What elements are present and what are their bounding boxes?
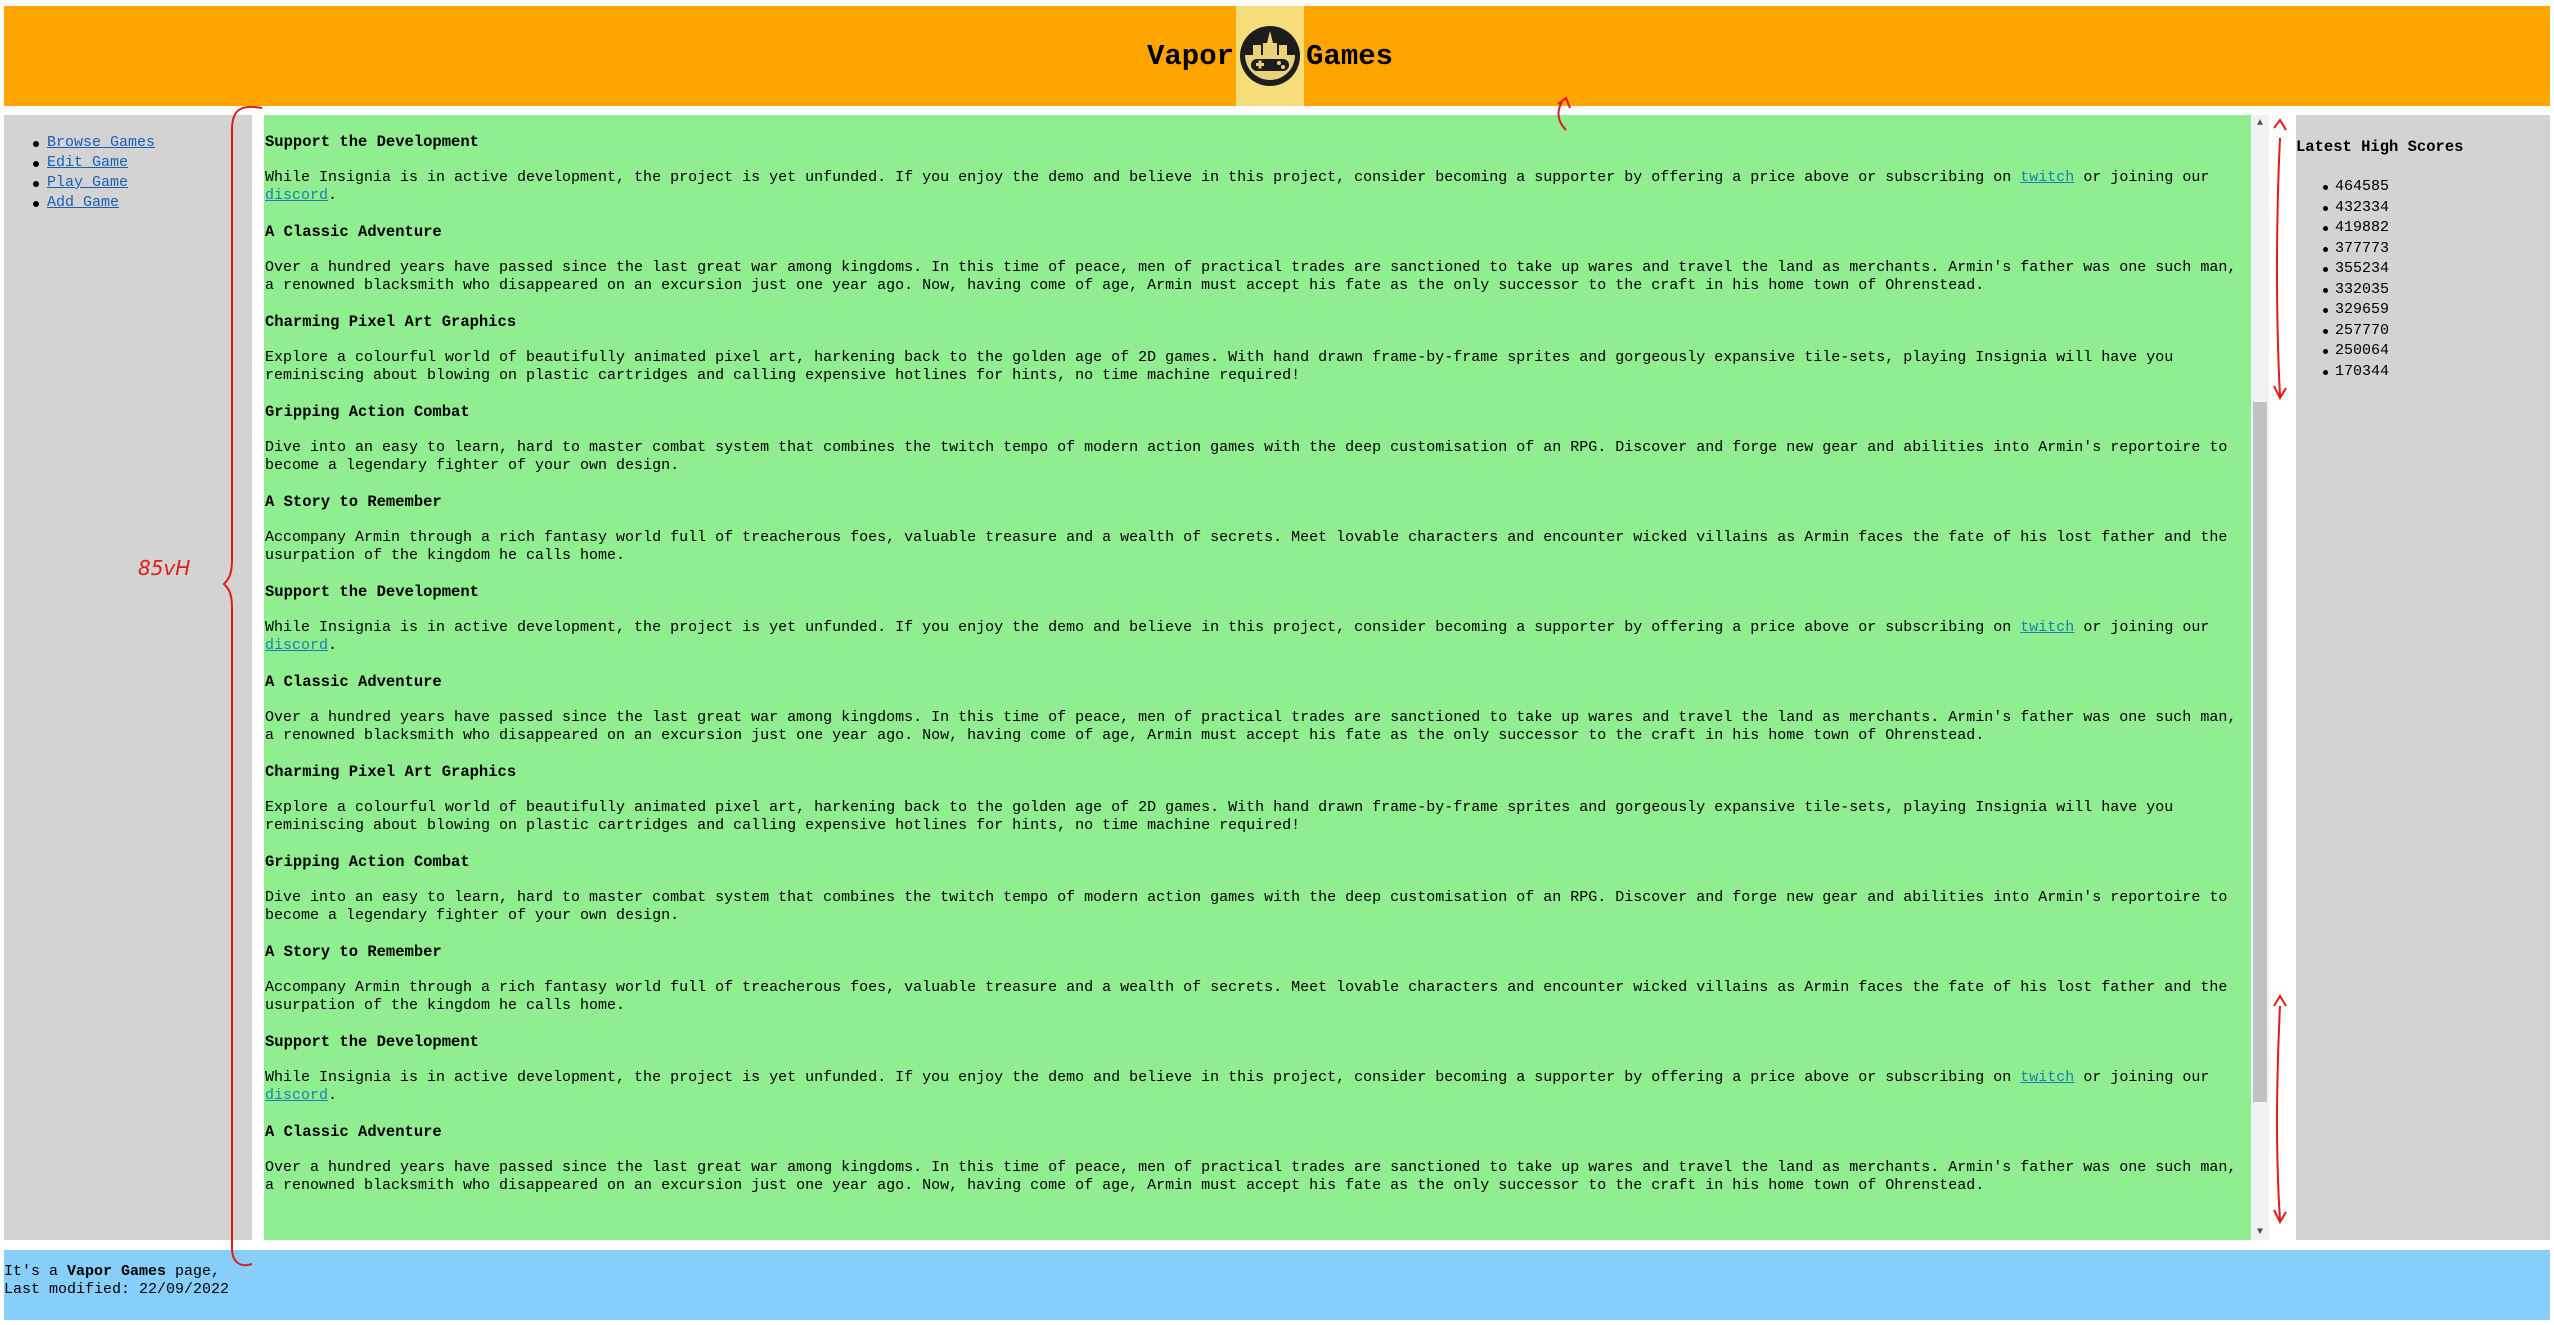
nav-item-play-game: Play Game (30, 173, 252, 193)
score-item: 377773 (2323, 239, 2550, 260)
section-support: Support the Development While Insignia i… (265, 132, 2251, 205)
section-title: Charming Pixel Art Graphics (265, 313, 517, 331)
site-header: Vapor Games (4, 6, 2550, 106)
section-title: Support the Development (265, 133, 479, 151)
section-text: While Insignia is in active development,… (265, 169, 2210, 204)
annotation-scroll-arrow-bottom (2273, 994, 2287, 1225)
section-combat: Gripping Action Combat Dive into an easy… (265, 402, 2251, 475)
section-title: A Classic Adventure (265, 223, 442, 241)
score-item: 432334 (2323, 198, 2550, 219)
annotation-scroll-arrow-top (2273, 118, 2287, 401)
main-scroll-area[interactable]: Support the Development While Insignia i… (264, 115, 2251, 1240)
section-support: Support the Development While Insignia i… (265, 582, 2251, 655)
discord-link[interactable]: discord (265, 1087, 328, 1104)
score-item: 332035 (2323, 280, 2550, 301)
score-item: 170344 (2323, 362, 2550, 383)
high-scores-list: 464585 432334 419882 377773 355234 33203… (2296, 157, 2550, 382)
section-combat: Gripping Action Combat Dive into an easy… (265, 852, 2251, 925)
section-text: Explore a colourful world of beautifully… (265, 799, 2174, 834)
section-pixel-art: Charming Pixel Art Graphics Explore a co… (265, 762, 2251, 835)
footer-last-modified: Last modified: 22/09/2022 (4, 1281, 230, 1298)
section-title: Gripping Action Combat (265, 853, 470, 871)
section-support: Support the Development While Insignia i… (265, 1032, 2251, 1105)
section-text: While Insignia is in active development,… (265, 619, 2210, 654)
brand-left-word: Vapor (1147, 39, 1235, 73)
section-classic-adventure: A Classic Adventure Over a hundred years… (265, 1122, 2251, 1195)
score-item: 464585 (2323, 177, 2550, 198)
section-text: While Insignia is in active development,… (265, 1069, 2210, 1104)
score-item: 419882 (2323, 218, 2550, 239)
section-story: A Story to Remember Accompany Armin thro… (265, 942, 2251, 1015)
nav-item-browse-games: Browse Games (30, 133, 252, 153)
section-text: Over a hundred years have passed since t… (265, 259, 2237, 294)
footer-brand: Vapor Games (67, 1263, 167, 1280)
scroll-down-arrow-icon[interactable]: ▼ (2251, 1224, 2269, 1240)
add-game-link[interactable]: Add Game (47, 194, 119, 211)
score-item: 257770 (2323, 321, 2550, 342)
section-title: A Classic Adventure (265, 1123, 442, 1141)
section-classic-adventure: A Classic Adventure Over a hundred years… (265, 222, 2251, 295)
section-title: Gripping Action Combat (265, 403, 470, 421)
section-text: Over a hundred years have passed since t… (265, 709, 2237, 744)
section-title: Charming Pixel Art Graphics (265, 763, 517, 781)
high-scores-panel: Latest High Scores 464585 432334 419882 … (2296, 115, 2550, 1240)
section-title: Support the Development (265, 583, 479, 601)
play-game-link[interactable]: Play Game (47, 174, 128, 191)
discord-link[interactable]: discord (265, 637, 328, 654)
scrollbar-thumb[interactable] (2253, 402, 2267, 1102)
section-title: Support the Development (265, 1033, 479, 1051)
section-text: Accompany Armin through a rich fantasy w… (265, 979, 2228, 1014)
section-story: A Story to Remember Accompany Armin thro… (265, 492, 2251, 565)
main-content-panel[interactable]: Support the Development While Insignia i… (264, 115, 2269, 1240)
brand-right-word: Games (1306, 39, 1394, 73)
scroll-up-arrow-icon[interactable]: ▲ (2251, 115, 2269, 131)
browse-games-link[interactable]: Browse Games (47, 134, 155, 151)
nav-item-edit-game: Edit Game (30, 153, 252, 173)
brand[interactable]: Vapor Games (1147, 6, 1393, 106)
section-title: A Story to Remember (265, 943, 442, 961)
section-title: A Story to Remember (265, 493, 442, 511)
main-scrollbar[interactable]: ▲ ▼ (2251, 115, 2269, 1240)
twitch-link[interactable]: twitch (2020, 169, 2074, 186)
gamepad-castle-logo-icon (1236, 6, 1305, 106)
section-text: Dive into an easy to learn, hard to mast… (265, 439, 2228, 474)
twitch-link[interactable]: twitch (2020, 619, 2074, 636)
section-pixel-art: Charming Pixel Art Graphics Explore a co… (265, 312, 2251, 385)
score-item: 329659 (2323, 300, 2550, 321)
twitch-link[interactable]: twitch (2020, 1069, 2074, 1086)
nav-item-add-game: Add Game (30, 193, 252, 213)
annotation-85vh-label: 85vH (138, 556, 191, 580)
score-item: 355234 (2323, 259, 2550, 280)
section-title: A Classic Adventure (265, 673, 442, 691)
section-classic-adventure: A Classic Adventure Over a hundred years… (265, 672, 2251, 745)
left-nav: Browse Games Edit Game Play Game Add Gam… (4, 115, 252, 1240)
discord-link[interactable]: discord (265, 187, 328, 204)
section-text: Accompany Armin through a rich fantasy w… (265, 529, 2228, 564)
section-text: Dive into an easy to learn, hard to mast… (265, 889, 2228, 924)
site-footer: It's a Vapor Games page, Last modified: … (4, 1250, 2550, 1320)
footer-line-1: It's a Vapor Games page, (4, 1263, 221, 1280)
section-text: Explore a colourful world of beautifully… (265, 349, 2174, 384)
edit-game-link[interactable]: Edit Game (47, 154, 128, 171)
high-scores-title: Latest High Scores (2296, 138, 2464, 156)
section-text: Over a hundred years have passed since t… (265, 1159, 2237, 1194)
score-item: 250064 (2323, 341, 2550, 362)
nav-list: Browse Games Edit Game Play Game Add Gam… (4, 115, 252, 213)
